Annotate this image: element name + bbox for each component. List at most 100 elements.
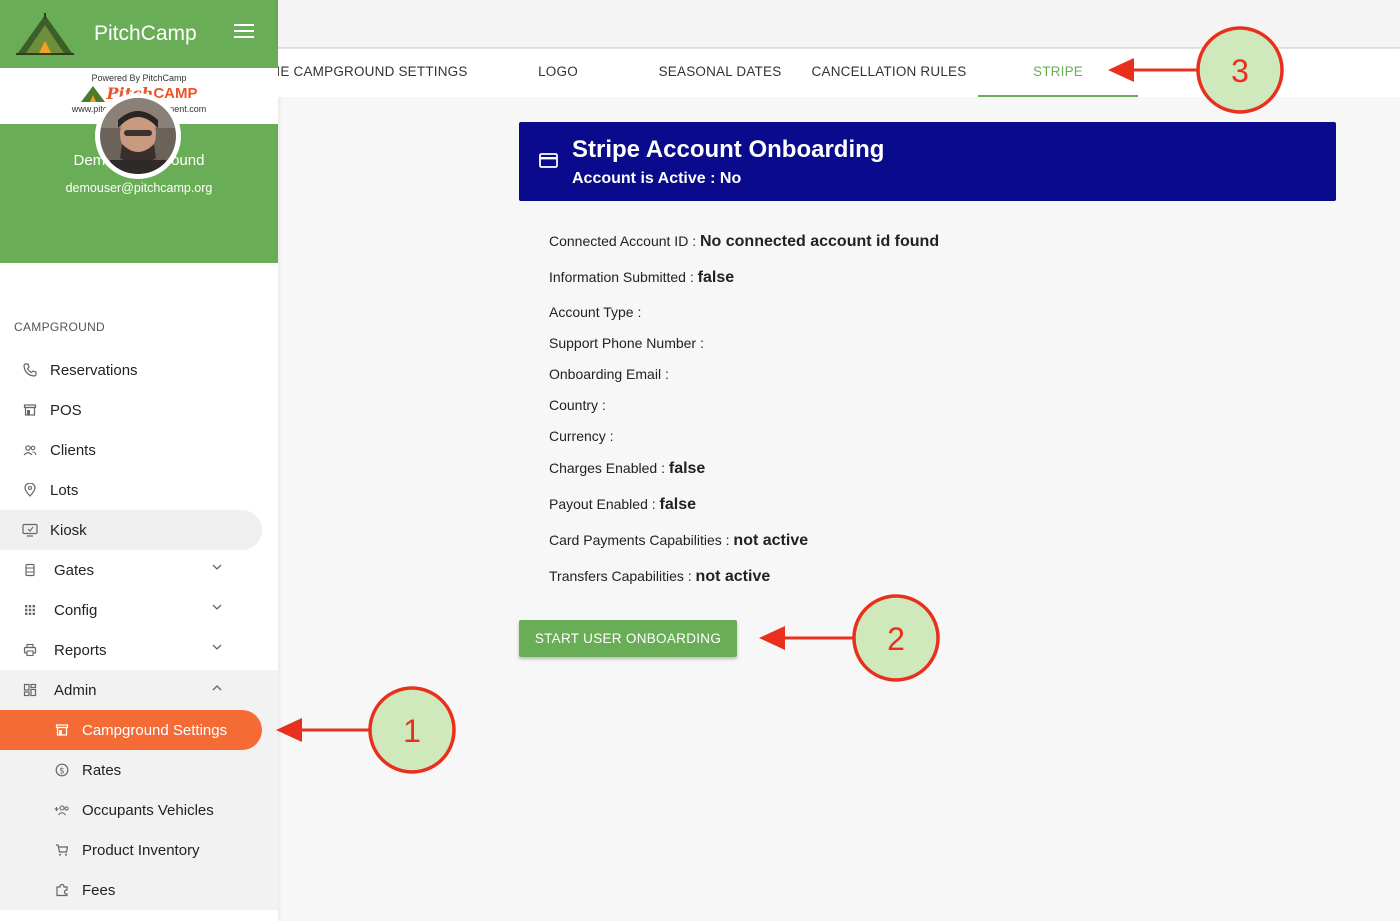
field-value: false bbox=[668, 460, 706, 477]
field-transfers-capabilities: Transfers Capabilities : not active bbox=[549, 568, 770, 586]
powered-by-text: Powered By PitchCamp bbox=[91, 73, 187, 83]
field-label: Card Payments Capabilities : bbox=[549, 532, 734, 548]
sidebar-item-label: Occupants Vehicles bbox=[82, 801, 214, 819]
tab-stripe[interactable]: STRIPE bbox=[978, 49, 1138, 97]
field-currency: Currency : bbox=[549, 428, 614, 446]
sidebar-item-rates[interactable]: $ Rates bbox=[0, 750, 278, 790]
sidebar-item-campground-settings[interactable]: Campground Settings bbox=[0, 710, 262, 750]
cart-icon bbox=[54, 842, 70, 858]
avatar-photo bbox=[100, 98, 176, 174]
sidebar-item-occupants-vehicles[interactable]: Occupants Vehicles bbox=[0, 790, 278, 830]
sidebar-item-product-inventory[interactable]: Product Inventory bbox=[0, 830, 278, 870]
field-label: Support Phone Number : bbox=[549, 335, 704, 351]
printer-icon bbox=[22, 642, 38, 658]
field-card-payments-capabilities: Card Payments Capabilities : not active bbox=[549, 532, 808, 550]
avatar[interactable] bbox=[95, 93, 181, 179]
hamburger-menu-icon[interactable] bbox=[234, 24, 254, 40]
chevron-down-icon[interactable] bbox=[212, 604, 222, 611]
field-payout-enabled: Payout Enabled : false bbox=[549, 496, 696, 514]
tab-cancellation-rules[interactable]: CANCELLATION RULES bbox=[806, 49, 972, 97]
user-email: demouser@pitchcamp.org bbox=[65, 181, 213, 195]
field-label: Currency : bbox=[549, 428, 614, 444]
sidebar-item-label: Reports bbox=[54, 641, 107, 659]
banner-title: Stripe Account Onboarding bbox=[572, 136, 885, 163]
sidebar-item-lots[interactable]: Lots bbox=[0, 470, 278, 510]
chevron-down-icon[interactable] bbox=[212, 564, 222, 571]
field-value: not active bbox=[695, 568, 771, 585]
account-active-status: Account is Active : No bbox=[572, 170, 742, 187]
tab-campground-settings[interactable]: IE CAMPGROUND SETTINGS bbox=[278, 49, 472, 97]
sidebar-nav: Reservations POS Clients Lots Kiosk Gate… bbox=[0, 350, 278, 910]
credit-card-icon bbox=[539, 153, 558, 168]
store-icon bbox=[22, 402, 38, 418]
field-label: Transfers Capabilities : bbox=[549, 568, 696, 584]
people-icon bbox=[22, 442, 38, 458]
sidebar-item-label: Clients bbox=[50, 441, 96, 459]
add-group-icon bbox=[54, 802, 70, 818]
field-connected-account-id: Connected Account ID : No connected acco… bbox=[549, 233, 939, 251]
sidebar-item-label: Fees bbox=[82, 881, 116, 899]
sidebar-item-label: Campground Settings bbox=[82, 721, 228, 739]
chevron-up-icon[interactable] bbox=[212, 684, 222, 691]
section-label-campground: CAMPGROUND bbox=[14, 320, 106, 334]
puzzle-icon bbox=[54, 882, 70, 898]
sidebar-item-fees[interactable]: Fees bbox=[0, 870, 278, 910]
sidebar: PitchCamp Powered By PitchCamp Pitch CAM… bbox=[0, 0, 278, 921]
dashboard-icon bbox=[22, 682, 38, 698]
settings-tabs: IE CAMPGROUND SETTINGS LOGO SEASONAL DAT… bbox=[278, 49, 1400, 97]
sidebar-item-label: Kiosk bbox=[50, 521, 87, 539]
sidebar-item-reservations[interactable]: Reservations bbox=[0, 350, 278, 390]
sidebar-item-label: Product Inventory bbox=[82, 841, 200, 859]
field-value: not active bbox=[733, 532, 809, 549]
field-support-phone-number: Support Phone Number : bbox=[549, 335, 704, 353]
tab-seasonal-dates[interactable]: SEASONAL DATES bbox=[650, 49, 790, 97]
stripe-onboarding-banner: Stripe Account Onboarding Account is Act… bbox=[519, 122, 1336, 201]
field-label: Payout Enabled : bbox=[549, 496, 660, 512]
sidebar-item-label: Lots bbox=[50, 481, 79, 499]
dollar-icon: $ bbox=[54, 762, 70, 778]
sidebar-item-label: Rates bbox=[82, 761, 122, 779]
annotation-arrow-2 bbox=[759, 626, 856, 650]
chevron-down-icon[interactable] bbox=[212, 644, 222, 651]
field-charges-enabled: Charges Enabled : false bbox=[549, 460, 705, 478]
field-label: Country : bbox=[549, 397, 606, 413]
location-pin-icon bbox=[22, 482, 38, 498]
sidebar-item-pos[interactable]: POS bbox=[0, 390, 278, 430]
annotation-number-2: 2 bbox=[887, 621, 905, 657]
field-label: Onboarding Email : bbox=[549, 366, 669, 382]
field-information-submitted: Information Submitted : false bbox=[549, 269, 734, 287]
field-label: Account Type : bbox=[549, 304, 642, 320]
kiosk-icon bbox=[22, 522, 38, 538]
sidebar-item-kiosk[interactable]: Kiosk bbox=[0, 510, 262, 550]
grid-icon bbox=[22, 602, 38, 618]
sidebar-item-label: Config bbox=[54, 601, 98, 619]
field-account-type: Account Type : bbox=[549, 304, 641, 322]
tab-logo[interactable]: LOGO bbox=[518, 49, 598, 97]
field-value: No connected account id found bbox=[699, 233, 940, 250]
phone-icon bbox=[22, 362, 38, 378]
field-value: false bbox=[659, 496, 696, 513]
app-title: PitchCamp bbox=[94, 22, 197, 45]
annotation-circle-2 bbox=[852, 594, 940, 682]
field-label: Connected Account ID : bbox=[549, 233, 700, 249]
svg-text:$: $ bbox=[59, 766, 64, 776]
sidebar-item-label: Reservations bbox=[50, 361, 138, 379]
field-label: Information Submitted : bbox=[549, 269, 698, 285]
app-topbar: PitchCamp bbox=[0, 0, 278, 68]
field-country: Country : bbox=[549, 397, 606, 415]
field-onboarding-email: Onboarding Email : bbox=[549, 366, 669, 384]
sidebar-item-admin[interactable]: Admin bbox=[0, 670, 278, 710]
gate-icon bbox=[22, 562, 38, 578]
sidebar-item-label: Gates bbox=[54, 561, 95, 579]
tent-logo-icon bbox=[16, 13, 74, 55]
sidebar-item-reports[interactable]: Reports bbox=[0, 630, 278, 670]
sidebar-item-label: Admin bbox=[54, 681, 97, 699]
start-user-onboarding-button[interactable]: START USER ONBOARDING bbox=[519, 620, 737, 657]
sidebar-item-config[interactable]: Config bbox=[0, 590, 278, 630]
sidebar-item-label: POS bbox=[50, 401, 82, 419]
admin-group: Admin Campground Settings $ Rates Occupa… bbox=[0, 670, 278, 910]
main-header bbox=[278, 0, 1400, 48]
sidebar-item-gates[interactable]: Gates bbox=[0, 550, 278, 590]
sidebar-item-clients[interactable]: Clients bbox=[0, 430, 278, 470]
annotation-circle-1 bbox=[368, 686, 456, 774]
